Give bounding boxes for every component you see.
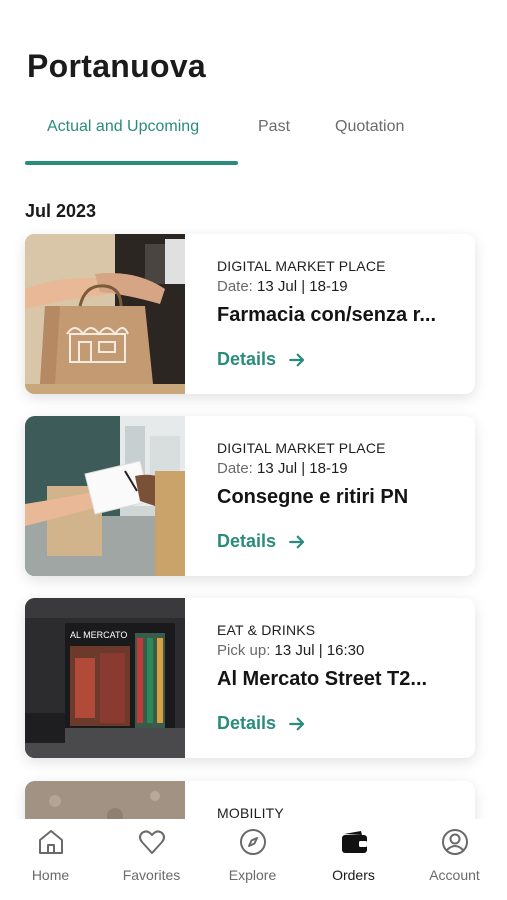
order-date: Pick up: 13 Jul | 16:30 bbox=[217, 642, 365, 659]
details-link[interactable]: Details bbox=[217, 349, 306, 370]
month-header: Jul 2023 bbox=[25, 201, 97, 221]
tab-bar: Actual and Upcoming Past Quotation bbox=[0, 112, 507, 166]
order-card[interactable]: DIGITAL MARKET PLACE Date: 13 Jul | 18-1… bbox=[25, 416, 475, 576]
order-category: DIGITAL MARKET PLACE bbox=[217, 440, 386, 456]
nav-orders[interactable]: Orders bbox=[303, 827, 404, 883]
heart-icon bbox=[138, 830, 165, 854]
bottom-nav: Home Favorites Explore Orders Account bbox=[0, 819, 507, 900]
nav-account[interactable]: Account bbox=[404, 827, 505, 883]
details-link[interactable]: Details bbox=[217, 713, 306, 734]
order-category: EAT & DRINKS bbox=[217, 622, 316, 638]
nav-home[interactable]: Home bbox=[0, 827, 101, 883]
nav-explore[interactable]: Explore bbox=[202, 827, 303, 883]
tab-quotation[interactable]: Quotation bbox=[335, 118, 404, 136]
order-title: Consegne e ritiri PN bbox=[217, 486, 409, 508]
order-card[interactable]: DIGITAL MARKET PLACE Date: 13 Jul | 18-1… bbox=[25, 234, 475, 394]
order-title: Farmacia con/senza r... bbox=[217, 304, 436, 326]
arrow-right-icon bbox=[289, 535, 305, 548]
tab-past[interactable]: Past bbox=[258, 118, 290, 136]
order-date: Date: 13 Jul | 18-19 bbox=[217, 460, 348, 477]
arrow-right-icon bbox=[289, 353, 305, 366]
order-image-restaurant-storefront: AL MERCATO bbox=[25, 598, 185, 758]
svg-text:AL MERCATO: AL MERCATO bbox=[70, 630, 127, 640]
order-image-shopping-bag bbox=[25, 234, 185, 394]
order-category: DIGITAL MARKET PLACE bbox=[217, 258, 386, 274]
order-date: Date: 13 Jul | 18-19 bbox=[217, 278, 348, 295]
details-link[interactable]: Details bbox=[217, 531, 306, 552]
order-card[interactable]: AL MERCATO EAT & DRINKS Pick up: 13 Jul … bbox=[25, 598, 475, 758]
compass-icon bbox=[239, 829, 266, 855]
nav-favorites[interactable]: Favorites bbox=[101, 827, 202, 883]
user-circle-icon bbox=[441, 829, 468, 855]
page-title: Portanuova bbox=[27, 48, 207, 84]
arrow-right-icon bbox=[289, 717, 305, 730]
home-icon bbox=[38, 830, 63, 854]
wallet-icon bbox=[341, 831, 367, 853]
active-tab-indicator bbox=[25, 161, 238, 165]
order-image-parcel-signing bbox=[25, 416, 185, 576]
tab-actual-upcoming[interactable]: Actual and Upcoming bbox=[47, 118, 199, 136]
order-title: Al Mercato Street T2... bbox=[217, 668, 428, 690]
